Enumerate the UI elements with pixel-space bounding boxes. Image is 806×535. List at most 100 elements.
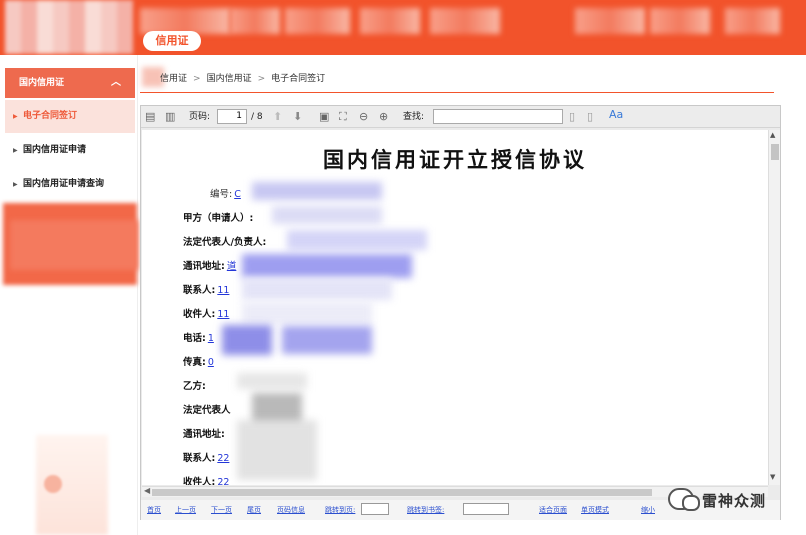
sidebar-group-label: 国内信用证 [19, 78, 65, 88]
field-number: 编号: C [210, 186, 241, 200]
field-value[interactable]: 11 [217, 309, 229, 320]
field-recipient-a: 收件人: 11 [183, 306, 229, 320]
vertical-scrollbar[interactable]: ▲ ▼ [768, 130, 780, 485]
zoom-out-icon[interactable]: ⊖ [359, 109, 368, 125]
field-value[interactable]: 11 [217, 285, 229, 296]
redaction-blur [222, 325, 272, 355]
field-contact-a: 联系人: 11 [183, 282, 229, 296]
font-size-icon[interactable]: Aa [609, 108, 623, 121]
field-label: 传真: [183, 357, 206, 368]
find-input[interactable] [433, 109, 563, 124]
breadcrumb-item[interactable]: 信用证 [160, 74, 187, 84]
redaction-blur [242, 302, 372, 324]
field-phone-a: 电话: 1 [183, 330, 214, 344]
next-page-link[interactable]: 下一页 [211, 505, 232, 515]
field-label: 通讯地址: [183, 261, 225, 272]
page-number-input[interactable]: 1 [217, 109, 247, 124]
nav-item-blurred[interactable] [360, 8, 420, 34]
field-value[interactable]: 0 [208, 357, 214, 368]
print-icon[interactable]: ▥ [165, 109, 175, 125]
field-legal-rep-b: 法定代表人 [183, 402, 233, 416]
caret-right-icon: ▶ [13, 147, 18, 154]
watermark-text: 雷神众测 [702, 492, 767, 510]
single-page-link[interactable]: 单页模式 [581, 505, 609, 515]
redaction-blur [272, 206, 382, 224]
chevron-up-icon: ︿ [111, 77, 121, 88]
scroll-thumb[interactable] [152, 489, 652, 496]
scroll-down-icon[interactable]: ▼ [770, 473, 775, 481]
field-value[interactable]: 22 [217, 477, 229, 485]
tab-credit[interactable]: 信用证 [143, 31, 201, 51]
page-info-link[interactable]: 页码信息 [277, 505, 305, 515]
last-page-link[interactable]: 尾页 [247, 505, 261, 515]
goto-bookmark-input[interactable] [463, 503, 509, 515]
arrow-down-icon[interactable]: ⬇ [293, 109, 302, 125]
scroll-left-icon[interactable]: ◀ [144, 486, 150, 495]
nav-item-blurred[interactable] [285, 8, 350, 34]
field-party-a: 甲方（申请人）: [183, 210, 255, 224]
breadcrumb: 信用证 > 国内信用证 > 电子合同签订 [160, 71, 325, 84]
find-label: 查找: [403, 112, 425, 122]
watermark: 雷神众测 [668, 485, 806, 515]
prev-page-link[interactable]: 上一页 [175, 505, 196, 515]
field-label: 收件人: [183, 477, 216, 485]
field-address-b: 通讯地址: [183, 426, 227, 440]
sidebar-group-domestic-credit[interactable]: 国内信用证 ︿ [5, 68, 135, 98]
find-next-icon[interactable]: ▯ [587, 109, 593, 125]
field-label: 联系人: [183, 285, 216, 296]
field-value[interactable]: 22 [217, 453, 229, 464]
sidebar-item-credit-query[interactable]: ▶ 国内信用证申请查询 [5, 168, 135, 201]
caret-right-icon: ▶ [13, 113, 18, 120]
field-label: 联系人: [183, 453, 216, 464]
fit-page-link[interactable]: 适合页面 [539, 505, 567, 515]
breadcrumb-item: 电子合同签订 [271, 74, 326, 84]
first-page-link[interactable]: 首页 [147, 505, 161, 515]
redaction-blur [287, 230, 427, 250]
breadcrumb-item[interactable]: 国内信用证 [207, 74, 252, 84]
redaction-blur [242, 254, 412, 278]
breadcrumb-separator-icon: > [257, 74, 266, 84]
field-fax-a: 传真: 0 [183, 354, 214, 368]
breadcrumb-separator-icon: > [193, 74, 201, 84]
redaction-blur [242, 278, 392, 300]
redaction-blur [252, 182, 382, 200]
nav-item-blurred[interactable] [650, 8, 710, 34]
top-header: 信用证 [0, 0, 806, 55]
zoom-in-icon[interactable]: ⊕ [379, 109, 388, 125]
zoom-out-link[interactable]: 缩小 [641, 505, 655, 515]
nav-item-blurred[interactable] [430, 8, 500, 34]
fit-width-icon[interactable]: ▣ [319, 109, 329, 125]
field-legal-rep-a: 法定代表人/负责人: [183, 234, 268, 248]
scroll-up-icon[interactable]: ▲ [770, 131, 775, 139]
sidebar-item-credit-apply[interactable]: ▶ 国内信用证申请 [5, 134, 135, 167]
scroll-thumb[interactable] [771, 144, 779, 160]
sidebar-item-label: 国内信用证申请 [23, 145, 87, 155]
field-label: 通讯地址: [183, 429, 225, 440]
arrow-up-icon[interactable]: ⬆ [273, 109, 282, 125]
goto-page-input[interactable] [361, 503, 389, 515]
save-icon[interactable]: ▤ [145, 109, 155, 125]
sidebar-item-label: 国内信用证申请查询 [23, 179, 105, 189]
field-label: 电话: [183, 333, 206, 344]
sidebar: 国内信用证 ︿ ▶ 电子合同签订 ▶ 国内信用证申请 ▶ 国内信用证申请查询 [0, 55, 138, 535]
page-label: 页码: [189, 112, 211, 122]
nav-item-blurred[interactable] [230, 8, 280, 34]
app-window: 信用证 国内信用证 ︿ ▶ 电子合同签订 ▶ 国内信用证申请 ▶ 国内信用证申请… [0, 0, 806, 535]
goto-bookmark-label: 跳转到书签: [407, 506, 445, 514]
field-label: 法定代表人 [183, 405, 231, 416]
find-prev-icon[interactable]: ▯ [569, 109, 575, 125]
page-total: / 8 [251, 112, 263, 122]
sidebar-item-contract-sign[interactable]: ▶ 电子合同签订 [5, 100, 135, 133]
nav-item-blurred[interactable] [575, 8, 645, 34]
field-value[interactable]: 1 [208, 333, 214, 344]
field-label: 编号: [210, 189, 233, 200]
field-value[interactable]: 道 [227, 261, 237, 272]
nav-item-blurred[interactable] [725, 8, 780, 34]
fit-page-icon[interactable]: ⛶ [339, 109, 347, 125]
field-contact-b: 联系人: 22 [183, 450, 229, 464]
field-address-a: 通讯地址: 道 [183, 258, 236, 272]
redaction-blur [237, 420, 317, 480]
pdf-page: 国内信用证开立授信协议 编号: C 甲方（申请人）: 法定代表人/负责人: 通讯地… [142, 130, 768, 485]
field-value[interactable]: C [234, 189, 241, 200]
pdf-toolbar: ▤ ▥ 页码: 1 / 8 ⬆ ⬇ ▣ ⛶ ⊖ ⊕ 查找: ▯ ▯ Aa [141, 106, 780, 128]
